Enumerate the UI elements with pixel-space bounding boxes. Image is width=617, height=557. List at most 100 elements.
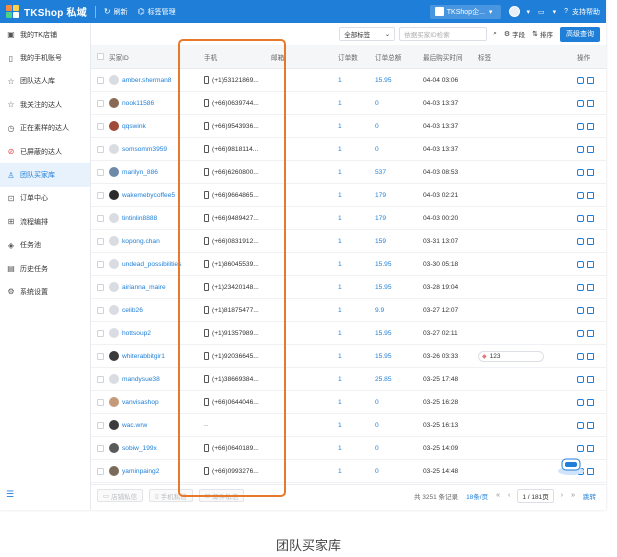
buyer-id-link[interactable]: vanvisashop (122, 399, 159, 406)
shop-message-button[interactable]: ▭ 店铺私信 (97, 489, 144, 502)
buyer-id-link[interactable]: nook11586 (122, 100, 154, 107)
row-checkbox[interactable] (97, 398, 104, 406)
sidebar-item[interactable]: ▯ 我的手机账号 (0, 46, 90, 69)
document-icon[interactable] (587, 329, 594, 337)
buyer-id-link[interactable]: yaminpaing2 (122, 468, 159, 475)
document-icon[interactable] (587, 145, 594, 153)
row-checkbox[interactable] (97, 260, 104, 268)
chat-icon[interactable] (577, 76, 584, 84)
sidebar-item[interactable]: ⊞ 流程编排 (0, 210, 90, 233)
order-count[interactable]: 1 (338, 192, 342, 199)
row-checkbox[interactable] (97, 375, 104, 383)
chat-icon[interactable] (577, 306, 584, 314)
chat-icon[interactable] (577, 168, 584, 176)
tag-manage-button[interactable]: ⌬ 标签管理 (138, 7, 176, 17)
message-icon[interactable]: ▭ (538, 8, 545, 16)
column-header-last-purchase[interactable]: 最后购买时间 (423, 45, 473, 68)
menu-collapse-icon[interactable]: ☰ (6, 489, 14, 500)
refresh-button[interactable]: ↻ 刷新 (104, 7, 128, 17)
order-count[interactable]: 1 (338, 307, 342, 314)
search-icon[interactable]: ⌕ (493, 30, 497, 38)
chat-icon[interactable] (577, 352, 584, 360)
row-checkbox[interactable] (97, 306, 104, 314)
sidebar-item[interactable]: ⊡ 订单中心 (0, 187, 90, 210)
row-checkbox[interactable] (97, 122, 104, 130)
order-count[interactable]: 1 (338, 77, 342, 84)
order-count[interactable]: 1 (338, 100, 342, 107)
row-checkbox[interactable] (97, 467, 104, 475)
row-checkbox[interactable] (97, 99, 104, 107)
field-button[interactable]: ⚙ 字段 (504, 29, 525, 39)
row-checkbox[interactable] (97, 214, 104, 222)
order-count[interactable]: 1 (338, 169, 342, 176)
order-count[interactable]: 1 (338, 261, 342, 268)
document-icon[interactable] (587, 283, 594, 291)
chat-icon[interactable] (577, 99, 584, 107)
row-checkbox[interactable] (97, 76, 104, 84)
document-icon[interactable] (587, 237, 594, 245)
sort-button[interactable]: ⇅ 排序 (532, 29, 553, 39)
sidebar-item[interactable]: ◷ 正在素样的达人 (0, 117, 90, 140)
buyer-id-link[interactable]: undead_possibilities (122, 261, 181, 268)
buyer-id-link[interactable]: wakemebycoffee5 (122, 192, 175, 199)
phone-message-button[interactable]: ▯ 手机私信 (149, 489, 193, 502)
chat-icon[interactable] (577, 421, 584, 429)
row-checkbox[interactable] (97, 191, 104, 199)
buyer-id-link[interactable]: somsomm3959 (122, 146, 167, 153)
document-icon[interactable] (587, 76, 594, 84)
chevron-down-icon[interactable]: ▾ (553, 8, 557, 16)
document-icon[interactable] (587, 260, 594, 268)
document-icon[interactable] (587, 398, 594, 406)
document-icon[interactable] (587, 191, 594, 199)
chat-icon[interactable] (577, 260, 584, 268)
order-count[interactable]: 1 (338, 123, 342, 130)
chat-icon[interactable] (577, 444, 584, 452)
order-count[interactable]: 1 (338, 238, 342, 245)
jump-button[interactable]: 跳转 (583, 491, 596, 501)
sidebar-item[interactable]: ⊘ 已屏蔽的达人 (0, 140, 90, 163)
email-message-button[interactable]: ✉ 邮件私信 (198, 489, 245, 502)
select-all-checkbox[interactable] (97, 53, 104, 60)
buyer-id-link[interactable]: qqswink (122, 123, 146, 130)
chat-icon[interactable] (577, 398, 584, 406)
search-input[interactable]: 依据买家ID检索 (399, 27, 488, 41)
document-icon[interactable] (587, 467, 594, 475)
sidebar-item[interactable]: ♙ 团队买家库 (0, 163, 90, 187)
order-count[interactable]: 1 (338, 284, 342, 291)
column-header-phone[interactable]: 手机 (204, 45, 266, 68)
buyer-id-link[interactable]: celib26 (122, 307, 143, 314)
chat-icon[interactable] (577, 329, 584, 337)
order-count[interactable]: 1 (338, 422, 342, 429)
order-count[interactable]: 1 (338, 445, 342, 452)
sidebar-item[interactable]: ☆ 团队达人库 (0, 70, 90, 93)
page-number-input[interactable]: 1 / 181页 (517, 488, 554, 503)
support-button[interactable]: ? 支持帮助 (560, 7, 600, 17)
sidebar-item[interactable]: ☆ 我关注的达人 (0, 93, 90, 116)
document-icon[interactable] (587, 421, 594, 429)
chat-icon[interactable] (577, 214, 584, 222)
buyer-id-link[interactable]: tintinlin8888 (122, 215, 157, 222)
sidebar-item[interactable]: ▤ 历史任务 (0, 257, 90, 280)
order-count[interactable]: 1 (338, 215, 342, 222)
column-header-orders[interactable]: 订单数 (338, 45, 368, 68)
document-icon[interactable] (587, 122, 594, 130)
sidebar-item[interactable]: ▣ 我的TK店铺 (0, 23, 90, 46)
row-checkbox[interactable] (97, 168, 104, 176)
chat-icon[interactable] (577, 283, 584, 291)
row-checkbox[interactable] (97, 237, 104, 245)
tag-badge[interactable]: ◆ 123 (478, 350, 544, 362)
chat-icon[interactable] (577, 145, 584, 153)
buyer-id-link[interactable]: marilyn_886 (122, 169, 158, 176)
first-page-icon[interactable]: « (496, 492, 500, 499)
order-count[interactable]: 1 (338, 399, 342, 406)
next-page-icon[interactable]: › (561, 492, 563, 499)
prev-page-icon[interactable]: ‹ (508, 492, 510, 499)
buyer-id-link[interactable]: mandysue38 (122, 376, 160, 383)
row-checkbox[interactable] (97, 421, 104, 429)
buyer-id-link[interactable]: airianna_maire (122, 284, 166, 291)
tag-filter-select[interactable]: 全部标签 ⌄ (339, 27, 396, 41)
document-icon[interactable] (587, 444, 594, 452)
order-count[interactable]: 1 (338, 376, 342, 383)
sidebar-item[interactable]: ◈ 任务池 (0, 234, 90, 257)
document-icon[interactable] (587, 352, 594, 360)
